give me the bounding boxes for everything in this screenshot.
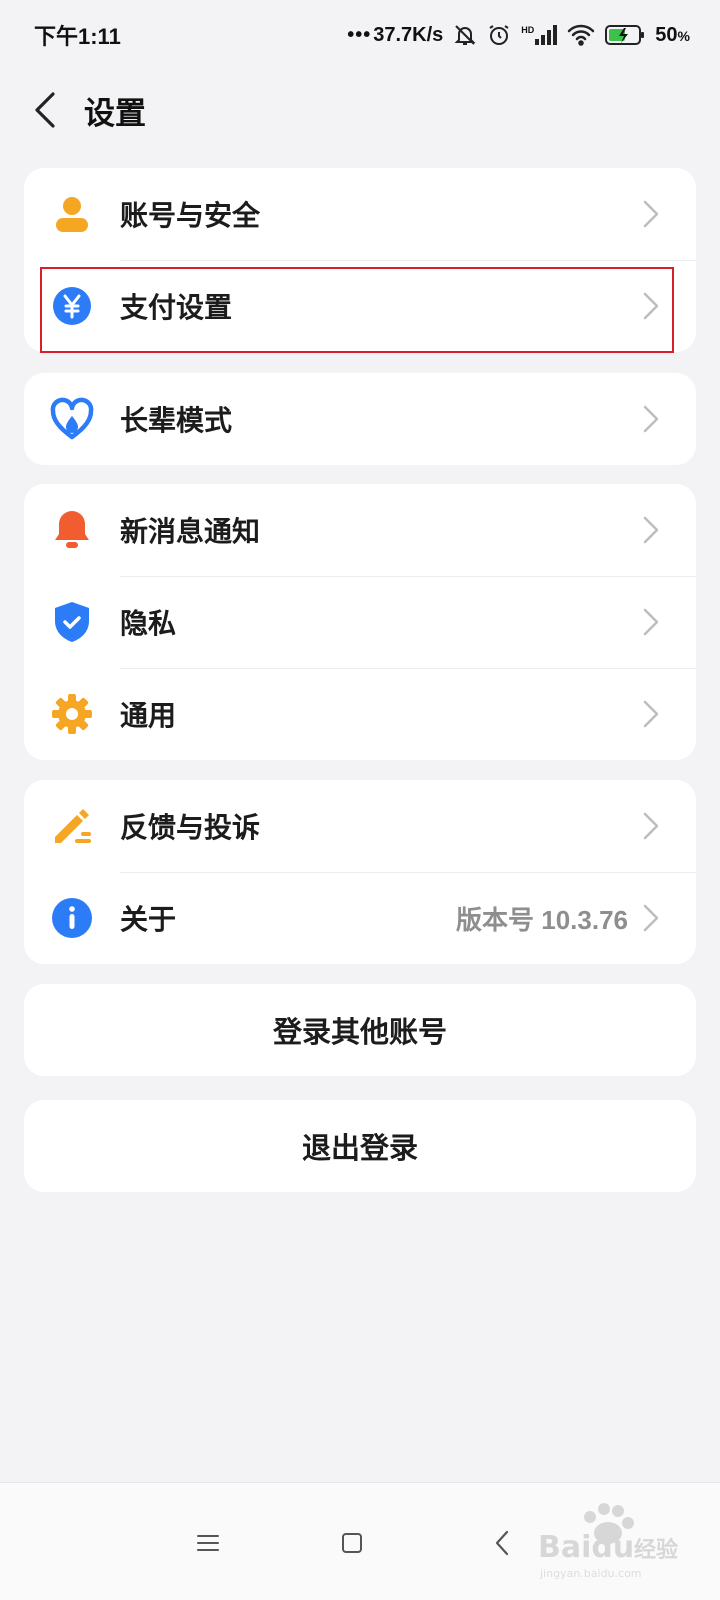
yuan-icon: [48, 282, 96, 330]
wifi-icon: [568, 24, 595, 46]
heart-care-icon: [48, 395, 96, 443]
settings-item-label: 支付设置: [120, 292, 233, 323]
chevron-right-icon: [636, 699, 666, 729]
status-time: 下午1:11: [34, 24, 121, 49]
settings-item-general[interactable]: 通用: [24, 668, 696, 760]
menu-icon: [197, 1535, 219, 1551]
settings-item-label: 关于: [120, 904, 177, 935]
chevron-right-icon: [636, 903, 666, 933]
svg-text:jingyan.baidu.com: jingyan.baidu.com: [539, 1567, 642, 1580]
svg-text:Baidu: Baidu: [538, 1530, 634, 1565]
settings-item-about[interactable]: 关于 版本号 10.3.76: [24, 872, 696, 964]
gear-icon: [48, 690, 96, 738]
alarm-icon: [489, 25, 509, 45]
chevron-right-icon: [636, 291, 666, 321]
settings-item-account-security[interactable]: 账号与安全: [24, 168, 696, 260]
settings-group-general: 新消息通知 隐私 通用: [24, 484, 696, 760]
home-button[interactable]: [322, 1513, 382, 1573]
settings-item-label: 账号与安全: [120, 200, 261, 231]
logout-button[interactable]: 退出登录: [24, 1100, 696, 1192]
user-icon: [48, 190, 96, 238]
battery-charging-icon: [605, 25, 645, 45]
back-button[interactable]: [10, 70, 80, 150]
settings-item-label: 隐私: [120, 608, 177, 639]
chevron-right-icon: [636, 811, 666, 841]
info-icon: [48, 894, 96, 942]
status-bar: 下午1:11 ••• 37.7K/s HD 50%: [0, 0, 720, 70]
settings-item-label: 反馈与投诉: [120, 812, 261, 843]
nav-back-button[interactable]: [472, 1513, 532, 1573]
page-header: 设置: [0, 70, 720, 150]
status-icons: ••• 37.7K/s HD 50%: [347, 23, 690, 47]
bell-icon: [48, 506, 96, 554]
chevron-left-icon: [35, 92, 55, 128]
settings-item-label: 新消息通知: [120, 516, 261, 547]
hd-signal-icon: HD: [521, 25, 558, 45]
network-speed: 37.7K/s: [373, 23, 444, 46]
recent-apps-button[interactable]: [178, 1513, 238, 1573]
settings-item-privacy[interactable]: 隐私: [24, 576, 696, 668]
watermark-logo: Baidu 经验 jingyan.baidu.com: [530, 1495, 680, 1585]
svg-text:经验: 经验: [634, 1537, 678, 1563]
settings-item-payment[interactable]: 支付设置: [24, 260, 696, 352]
settings-item-label: 长辈模式: [120, 405, 233, 436]
settings-group-support: 反馈与投诉 关于 版本号 10.3.76: [24, 780, 696, 964]
bell-off-icon: [454, 25, 476, 45]
shield-check-icon: [48, 598, 96, 646]
version-number: 版本号 10.3.76: [456, 904, 628, 935]
switch-account-button[interactable]: 登录其他账号: [24, 984, 696, 1076]
settings-item-elder-mode[interactable]: 长辈模式: [24, 373, 696, 465]
settings-item-label: 通用: [120, 700, 177, 731]
battery-level: 50%: [655, 23, 690, 46]
square-icon: [342, 1533, 362, 1553]
settings-item-feedback[interactable]: 反馈与投诉: [24, 780, 696, 872]
settings-group-elder: 长辈模式: [24, 373, 696, 465]
chevron-right-icon: [636, 404, 666, 434]
chevron-right-icon: [636, 199, 666, 229]
settings-item-notifications[interactable]: 新消息通知: [24, 484, 696, 576]
more-dots-icon: •••: [347, 23, 372, 46]
chevron-right-icon: [636, 607, 666, 637]
edit-pen-icon: [48, 802, 96, 850]
settings-group-account: 账号与安全 支付设置: [24, 168, 696, 352]
chevron-right-icon: [636, 515, 666, 545]
page-title: 设置: [84, 95, 146, 131]
chevron-left-icon: [495, 1530, 509, 1556]
